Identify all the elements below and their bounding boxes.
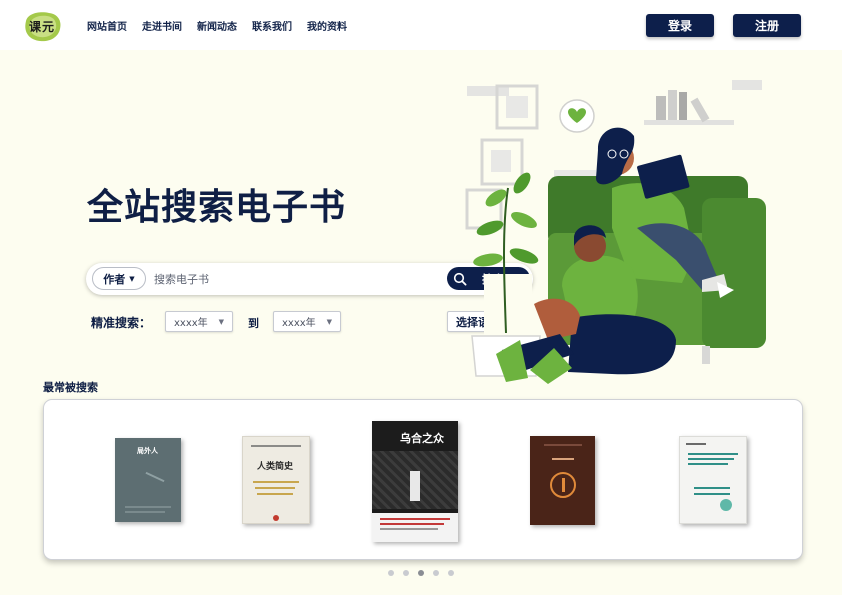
nav-link-news[interactable]: 新闻动态 (197, 18, 237, 33)
carousel-dot-5[interactable] (448, 570, 454, 576)
book-title-2: 人类简史 (257, 462, 294, 472)
chevron-down-icon: ▼ (129, 274, 135, 283)
chevron-down-icon: ▼ (218, 317, 224, 326)
cover-decoration (688, 458, 734, 460)
cover-decoration (720, 499, 732, 511)
cover-decoration (380, 518, 450, 520)
cover-decoration (562, 478, 565, 492)
site-logo[interactable]: 课元 (22, 11, 62, 42)
login-button[interactable]: 登录 (646, 14, 714, 37)
search-input[interactable] (154, 269, 434, 289)
cover-decoration (257, 493, 293, 495)
cover-decoration (688, 463, 728, 465)
cover-decoration (273, 515, 279, 521)
carousel-dot-3[interactable] (418, 570, 424, 576)
nav-link-profile[interactable]: 我的资料 (307, 18, 347, 33)
cover-decoration (688, 453, 738, 455)
search-field-dropdown[interactable]: 作者 ▼ (92, 267, 146, 290)
nav-link-contact[interactable]: 联系我们 (252, 18, 292, 33)
year-to-value: xxxx年 (282, 318, 316, 329)
main-nav: 网站首页 走进书间 新闻动态 联系我们 我的资料 (87, 18, 347, 33)
carousel-dot-2[interactable] (403, 570, 409, 576)
register-button[interactable]: 注册 (733, 14, 801, 37)
book-cover-5[interactable] (679, 436, 747, 524)
cover-decoration (686, 443, 706, 445)
year-from-value: xxxx年 (174, 318, 208, 329)
range-to-label: 到 (248, 317, 259, 330)
year-to-dropdown[interactable]: xxxx年 ▼ (273, 311, 341, 332)
cover-decoration (380, 528, 438, 530)
cover-decoration (552, 458, 574, 460)
book-cover-1[interactable]: 局外人 (115, 438, 181, 522)
logo-text: 课元 (28, 20, 55, 34)
carousel-dot-1[interactable] (388, 570, 394, 576)
advanced-search-label: 精准搜索： (91, 316, 152, 330)
book-cover-4[interactable] (530, 436, 595, 525)
cover-decoration (694, 487, 730, 489)
cover-decoration (145, 471, 165, 483)
book-cover-2[interactable]: 人类简史 (242, 436, 310, 524)
book-cover-3[interactable]: 乌合之众 (372, 421, 458, 542)
cover-decoration (544, 444, 582, 446)
book-title-1: 局外人 (137, 447, 158, 455)
hero-title: 全站搜索电子书 (87, 187, 347, 228)
cover-decoration (253, 481, 299, 483)
book-title-3: 乌合之众 (400, 432, 444, 445)
cover-decoration (694, 493, 730, 495)
cover-decoration (251, 445, 301, 447)
cover-decoration (125, 511, 165, 513)
cover-decoration (125, 506, 171, 508)
chevron-down-icon: ▼ (326, 317, 332, 326)
reading-illustration (465, 80, 766, 384)
popular-books-carousel: 局外人 人类简史 乌合之众 (43, 399, 803, 560)
nav-link-about[interactable]: 走进书间 (142, 18, 182, 33)
cover-decoration (410, 471, 420, 501)
top-navbar: 课元 网站首页 走进书间 新闻动态 联系我们 我的资料 登录 注册 (0, 0, 842, 50)
nav-link-home[interactable]: 网站首页 (87, 18, 127, 33)
cover-decoration (255, 487, 295, 489)
carousel-dot-4[interactable] (433, 570, 439, 576)
year-from-dropdown[interactable]: xxxx年 ▼ (165, 311, 233, 332)
search-field-label: 作者 (103, 272, 126, 286)
carousel-pagination (388, 570, 454, 576)
popular-section-title: 最常被搜索 (43, 381, 98, 394)
cover-decoration (380, 523, 444, 525)
